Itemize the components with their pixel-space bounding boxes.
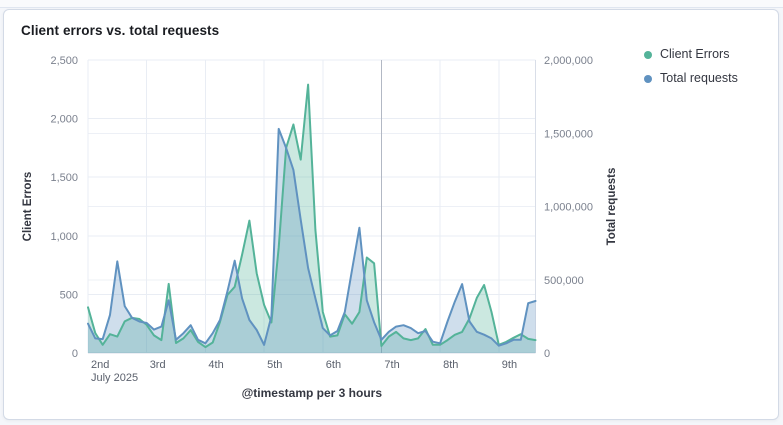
legend-series-dot-icon (644, 74, 652, 83)
x-tick-label: 5th (267, 359, 282, 371)
x-tick-context-label: July 2025 (91, 372, 138, 384)
y-right-tick-label: 500,000 (544, 275, 584, 287)
legend-item-label: Client Errors (660, 47, 730, 61)
y-left-tick-label: 1,500 (50, 172, 78, 184)
x-tick-label: 4th (208, 359, 223, 371)
chart-plot-area[interactable] (88, 60, 536, 353)
legend-series-dot-icon (644, 50, 652, 59)
x-tick-label: 3rd (150, 359, 166, 371)
y-left-tick-label: 2,500 (50, 55, 78, 67)
legend-item-client-errors[interactable]: Client Errors (644, 47, 738, 62)
legend-item-total-requests[interactable]: Total requests (644, 71, 738, 86)
x-tick-label: 2nd (91, 359, 109, 371)
x-tick-label: 8th (443, 359, 458, 371)
y-right-axis-title: Total requests (606, 168, 618, 246)
chart-legend: Client Errors Total requests (644, 47, 738, 86)
y-left-tick-label: 500 (60, 289, 78, 301)
y-right-tick-label: 2,000,000 (544, 55, 593, 67)
x-tick-label: 7th (384, 359, 399, 371)
y-left-tick-label: 0 (72, 348, 78, 360)
y-right-tick-label: 1,000,000 (544, 202, 593, 214)
x-tick-label: 9th (502, 359, 517, 371)
y-right-tick-label: 0 (544, 348, 550, 360)
legend-item-label: Total requests (660, 71, 738, 85)
y-left-tick-label: 2,000 (50, 114, 78, 126)
x-axis-title: @timestamp per 3 hours (242, 386, 383, 400)
y-left-axis-title: Client Errors (22, 172, 34, 242)
y-right-tick-label: 1,500,000 (544, 128, 593, 140)
x-tick-label: 6th (326, 359, 341, 371)
y-left-tick-label: 1,000 (50, 231, 78, 243)
